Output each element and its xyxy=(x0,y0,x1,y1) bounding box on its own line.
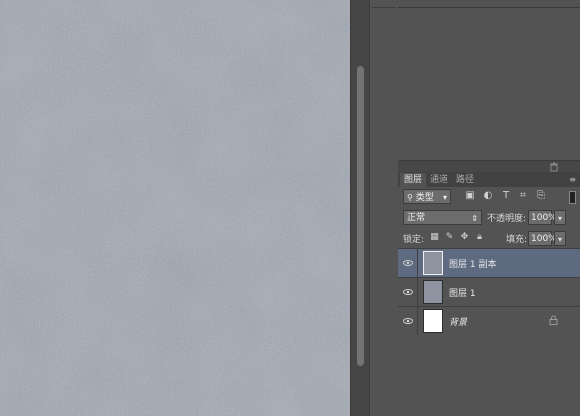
dock-divider xyxy=(372,7,396,8)
column-divider xyxy=(417,278,418,306)
layers-list: 图层 1 副本 图层 1 背景 xyxy=(398,248,580,335)
canvas-texture xyxy=(0,0,350,416)
layer-row-background[interactable]: 背景 xyxy=(398,306,580,335)
layer-row-copy[interactable]: 图层 1 副本 xyxy=(398,248,580,277)
lock-row: 锁定: ▦ ✎ ✥ 🔒︎ 填充: 100% ▾ xyxy=(398,230,580,248)
filter-kind-select[interactable]: ⚲ 类型 ▾ xyxy=(403,189,451,204)
smart-object-filter-icon[interactable]: ⎘ xyxy=(535,190,547,202)
chevron-down-icon: ▾ xyxy=(442,193,447,202)
opacity-dropdown-button[interactable]: ▾ xyxy=(554,210,566,225)
blend-mode-select[interactable]: 正常 ⇕ xyxy=(403,210,482,225)
layer-thumbnail xyxy=(423,309,443,333)
tab-paths[interactable]: 路径 xyxy=(452,173,478,187)
trash-icon[interactable] xyxy=(548,162,560,172)
eye-icon[interactable] xyxy=(403,287,413,297)
upper-panel xyxy=(398,0,580,160)
image-filter-icon[interactable]: ▣ xyxy=(464,190,476,202)
lock-image-pixels-icon[interactable]: ✎ xyxy=(444,232,455,243)
filter-kind-value: 类型 xyxy=(415,193,434,203)
document-canvas[interactable] xyxy=(0,0,350,416)
opacity-label: 不透明度: xyxy=(487,214,527,224)
scrollbar-thumb[interactable] xyxy=(357,66,364,366)
lock-label: 锁定: xyxy=(403,235,425,245)
fill-dropdown-button[interactable]: ▾ xyxy=(554,231,566,246)
layer-name[interactable]: 图层 1 副本 xyxy=(449,257,496,270)
layer-row-layer1[interactable]: 图层 1 xyxy=(398,277,580,306)
panel-menu-icon[interactable]: ≡ xyxy=(569,175,576,184)
canvas-vertical-scrollbar[interactable] xyxy=(350,0,369,416)
blend-mode-value: 正常 xyxy=(407,213,426,223)
fill-label: 填充: xyxy=(506,235,528,245)
search-icon: ⚲ xyxy=(407,193,413,202)
column-divider xyxy=(417,307,418,335)
layer-thumbnail xyxy=(423,280,443,304)
lock-transparent-pixels-icon[interactable]: ▦ xyxy=(429,232,440,243)
eye-icon[interactable] xyxy=(403,258,413,268)
filter-toggle-switch[interactable] xyxy=(569,191,576,204)
panel-tabs: 图层 通道 路径 ≡ xyxy=(398,172,580,187)
opacity-input[interactable]: 100% xyxy=(528,210,557,225)
column-divider xyxy=(417,249,418,277)
layer-name[interactable]: 图层 1 xyxy=(449,286,476,299)
panel-divider xyxy=(398,7,580,8)
layer-name[interactable]: 背景 xyxy=(449,315,467,328)
adjust-filter-icon[interactable]: ◐ xyxy=(482,190,494,202)
fill-input[interactable]: 100% xyxy=(528,231,557,246)
lock-all-icon[interactable]: 🔒︎ xyxy=(474,232,485,243)
shape-filter-icon[interactable]: ⌗ xyxy=(517,190,529,202)
lock-position-icon[interactable]: ✥ xyxy=(459,232,470,243)
tab-layers[interactable]: 图层 xyxy=(400,173,427,187)
chevron-down-icon: ⇕ xyxy=(471,214,478,223)
eye-icon[interactable] xyxy=(403,316,413,326)
tab-channels[interactable]: 通道 xyxy=(426,173,452,187)
blend-row: 正常 ⇕ 不透明度: 100% ▾ xyxy=(398,210,580,228)
collapsed-dock-strip xyxy=(369,0,399,416)
text-filter-icon[interactable]: T xyxy=(500,190,512,202)
lock-icon xyxy=(549,315,558,325)
layers-panel: 图层 通道 路径 ≡ ⚲ 类型 ▾ ▣ ◐ T ⌗ ⎘ 正常 ⇕ 不透明度: 1… xyxy=(398,172,580,416)
layer-thumbnail xyxy=(423,251,443,275)
layer-filter-row: ⚲ 类型 ▾ ▣ ◐ T ⌗ ⎘ xyxy=(398,188,580,208)
